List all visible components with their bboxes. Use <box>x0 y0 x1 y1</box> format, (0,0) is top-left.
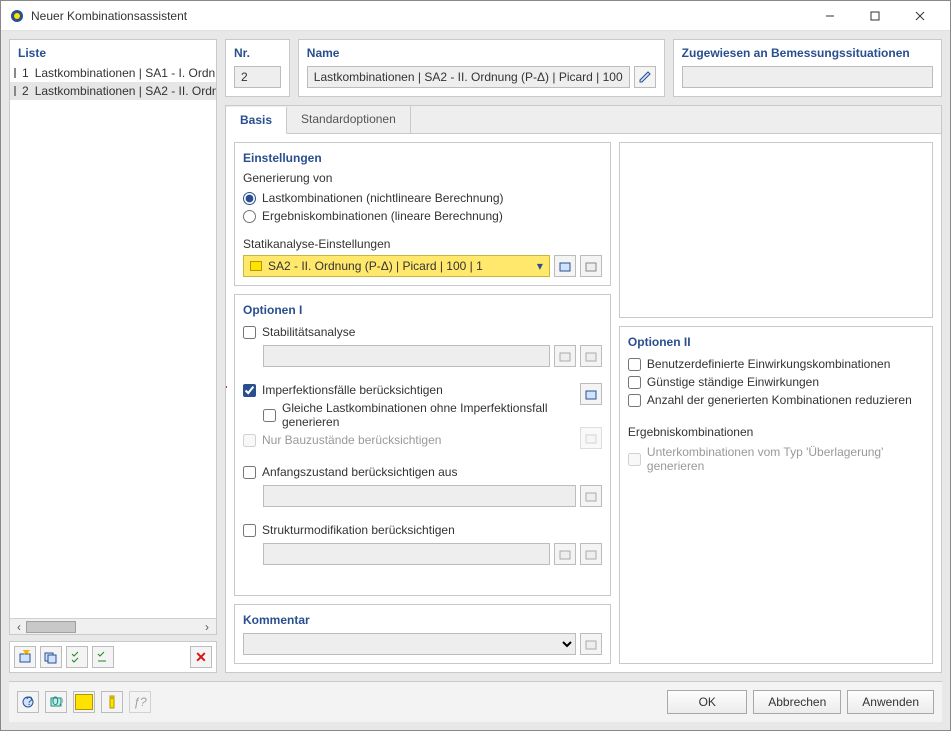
ok-button[interactable]: OK <box>667 690 747 714</box>
color-button[interactable] <box>73 691 95 713</box>
check-reduce[interactable]: Anzahl der generierten Kombinationen red… <box>628 391 924 409</box>
radio-load-combos[interactable]: Lastkombinationen (nichtlineare Berechnu… <box>243 189 602 207</box>
close-button[interactable] <box>897 1 942 31</box>
help-button[interactable]: ? <box>17 691 39 713</box>
color-chip <box>14 86 16 96</box>
check-struct-mod[interactable]: Strukturmodifikation berücksichtigen <box>243 521 602 539</box>
edit-name-button[interactable] <box>634 66 656 88</box>
horizontal-scrollbar[interactable]: ‹ › <box>10 618 216 634</box>
stability-edit-button[interactable] <box>580 345 602 367</box>
yellow-swatch-icon <box>75 694 93 710</box>
imperfection-edit-button[interactable] <box>580 383 602 405</box>
delete-icon: ✕ <box>195 649 207 666</box>
check-stability[interactable]: Stabilitätsanalyse <box>243 323 602 341</box>
chevron-down-icon: ▾ <box>537 259 543 273</box>
stability-field <box>263 345 550 367</box>
checklist-b-button[interactable] <box>92 646 114 668</box>
tag-button[interactable] <box>101 691 123 713</box>
checklist-a-button[interactable] <box>66 646 88 668</box>
minimize-button[interactable] <box>807 1 852 31</box>
color-swatch <box>250 261 262 271</box>
comment-dropdown[interactable] <box>243 633 576 655</box>
settings-group: Einstellungen Generierung von Lastkombin… <box>234 142 611 286</box>
comment-group: Kommentar <box>234 604 611 664</box>
name-field[interactable]: Lastkombinationen | SA2 - II. Ordnung (P… <box>307 66 630 88</box>
struct-mod-edit-button[interactable] <box>580 543 602 565</box>
new-static-button[interactable] <box>554 255 576 277</box>
check-initial-state[interactable]: Anfangszustand berücksichtigen aus <box>243 463 602 481</box>
scroll-left-icon: ‹ <box>12 620 26 634</box>
check-imperfection[interactable]: Imperfektionsfälle berücksichtigen <box>243 381 602 399</box>
app-icon <box>9 8 25 24</box>
radio-result-combos[interactable]: Ergebniskombinationen (lineare Berechnun… <box>243 207 602 225</box>
copy-item-button[interactable] <box>40 646 62 668</box>
function-button[interactable]: ƒ? <box>129 691 151 713</box>
assigned-panel: Zugewiesen an Bemessungssituationen <box>673 39 942 97</box>
edit-static-button[interactable] <box>580 255 602 277</box>
construction-edit-button <box>580 427 602 449</box>
tab-basis[interactable]: Basis <box>226 107 287 134</box>
initial-state-field <box>263 485 576 507</box>
svg-text:?: ? <box>26 695 33 708</box>
highlight-arrow-icon <box>226 373 227 401</box>
scroll-right-icon: › <box>200 620 214 634</box>
struct-mod-new-button[interactable] <box>554 543 576 565</box>
stability-new-button[interactable] <box>554 345 576 367</box>
window-title: Neuer Kombinationsassistent <box>31 9 807 23</box>
assigned-field[interactable] <box>682 66 933 88</box>
number-field[interactable]: 2 <box>234 66 281 88</box>
units-button[interactable]: 0.0 <box>45 691 67 713</box>
svg-text:0.0: 0.0 <box>52 695 63 708</box>
title-bar: Neuer Kombinationsassistent <box>1 1 950 31</box>
list-item[interactable]: 1 Lastkombinationen | SA1 - I. Ordnung <box>10 64 216 82</box>
tab-strip: Basis Standardoptionen <box>226 106 941 134</box>
blank-group-top <box>619 142 933 318</box>
svg-text:★: ★ <box>21 650 32 658</box>
comment-edit-button[interactable] <box>580 633 602 655</box>
options-2-group: Optionen II Benutzerdefinierte Einwirkun… <box>619 326 933 664</box>
delete-item-button[interactable]: ✕ <box>190 646 212 668</box>
apply-button[interactable]: Anwenden <box>847 690 934 714</box>
maximize-button[interactable] <box>852 1 897 31</box>
struct-mod-field <box>263 543 550 565</box>
tab-standard-options[interactable]: Standardoptionen <box>287 106 411 133</box>
color-chip <box>14 68 16 78</box>
options-1-group: Optionen I Stabilitätsanalyse <box>234 294 611 596</box>
name-panel: Name Lastkombinationen | SA2 - II. Ordnu… <box>298 39 665 97</box>
number-panel: Nr. 2 <box>225 39 290 97</box>
list-toolbar: ★ ✕ <box>9 641 217 673</box>
static-analysis-dropdown[interactable]: SA2 - II. Ordnung (P-Δ) | Picard | 100 |… <box>243 255 550 277</box>
initial-state-edit-button[interactable] <box>580 485 602 507</box>
check-user-combos[interactable]: Benutzerdefinierte Einwirkungskombinatio… <box>628 355 924 373</box>
list-rows[interactable]: 1 Lastkombinationen | SA1 - I. Ordnung 2… <box>10 64 216 618</box>
list-label: Liste <box>10 40 216 64</box>
list-panel: Liste 1 Lastkombinationen | SA1 - I. Ord… <box>9 39 217 635</box>
list-item[interactable]: 2 Lastkombinationen | SA2 - II. Ordnung <box>10 82 216 100</box>
cancel-button[interactable]: Abbrechen <box>753 690 841 714</box>
check-favorable[interactable]: Günstige ständige Einwirkungen <box>628 373 924 391</box>
new-item-button[interactable]: ★ <box>14 646 36 668</box>
check-sub-combos: Unterkombinationen vom Typ 'Überlagerung… <box>628 443 924 475</box>
check-same-lc[interactable]: Gleiche Lastkombinationen ohne Imperfekt… <box>263 399 602 431</box>
footer: ? 0.0 ƒ? OK Abbrechen Anwenden <box>9 681 942 722</box>
